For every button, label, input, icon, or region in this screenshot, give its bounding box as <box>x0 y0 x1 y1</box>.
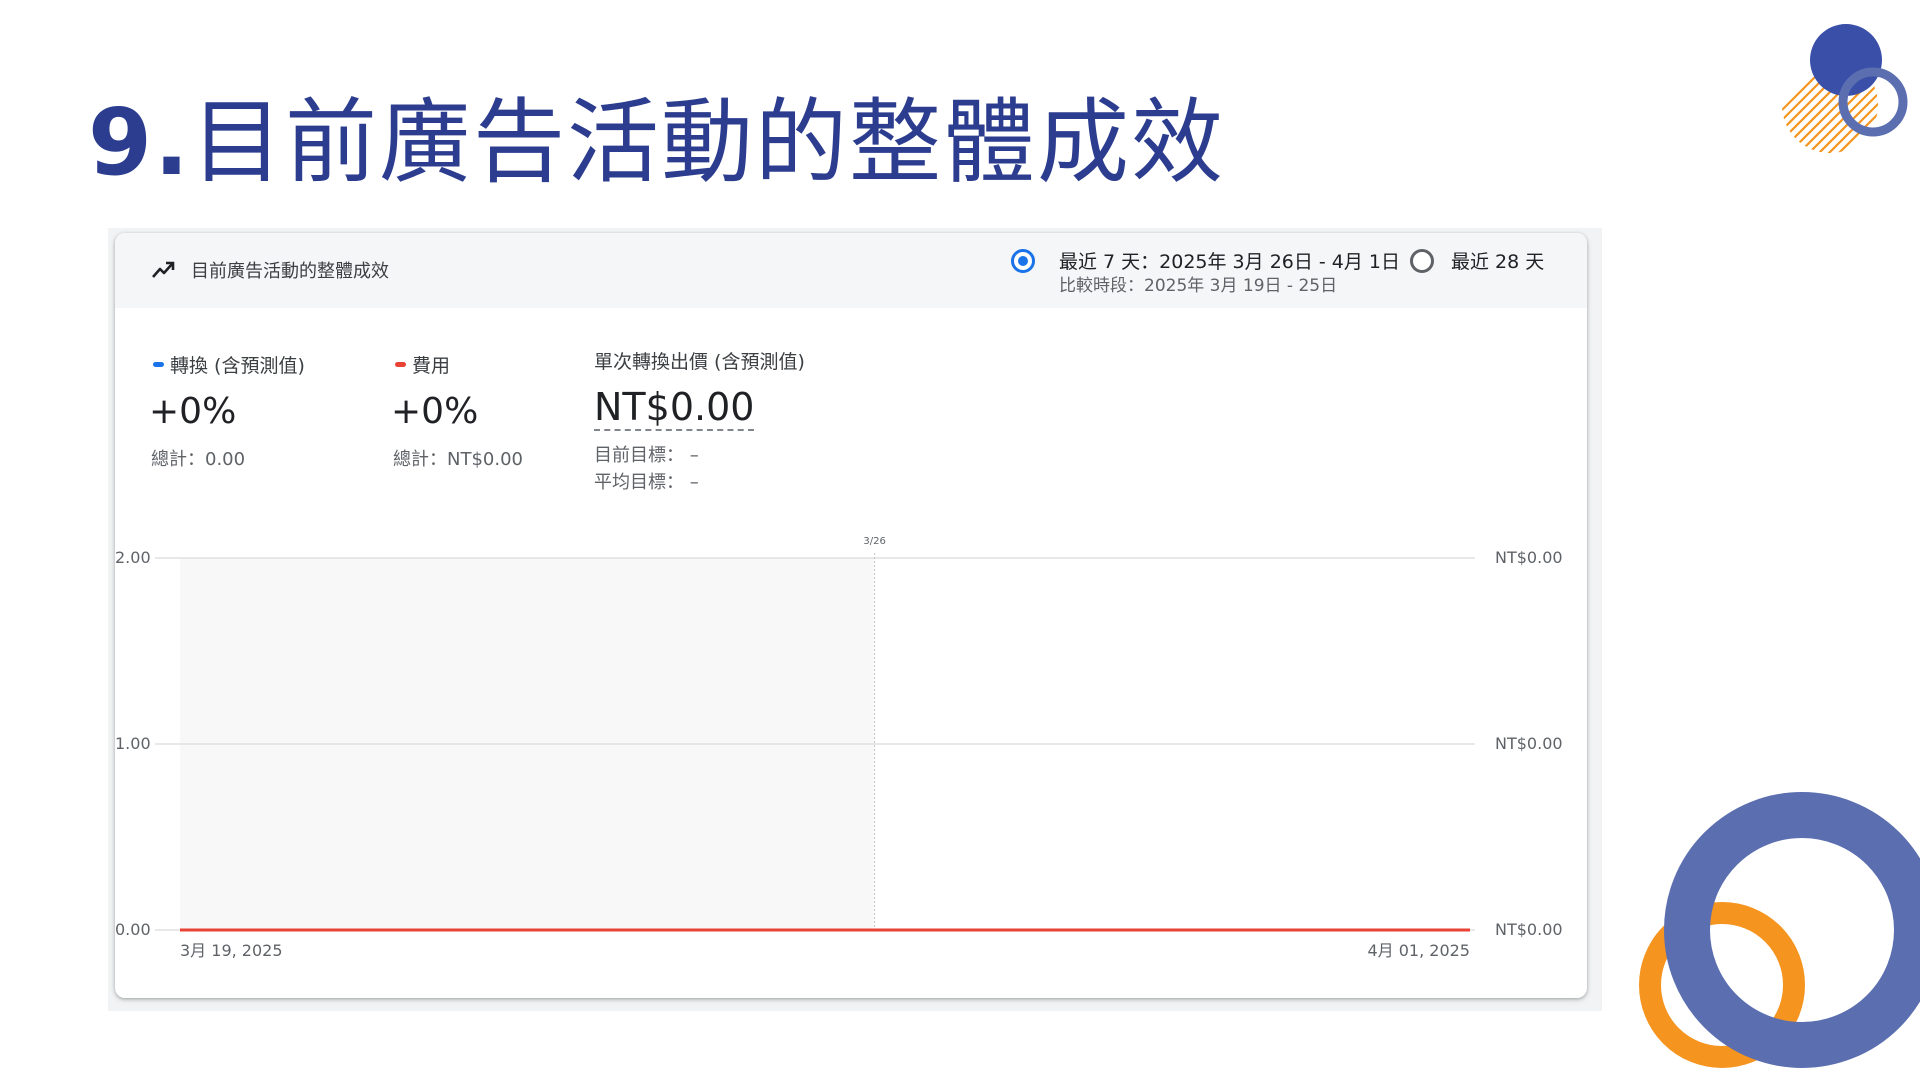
performance-chart[interactable]: 2.00 NT$0.00 1.00 NT$0.00 0.00 NT$0.00 3/26 3月 … <box>115 233 1587 998</box>
period-divider-label: 3/26 <box>863 536 885 547</box>
right-axis-tick-label: NT$0.00 <box>1495 548 1563 567</box>
right-axis-tick-label: NT$0.00 <box>1495 734 1563 753</box>
top-right-decoration <box>1782 24 1908 153</box>
slide-title: 9.目前廣告活動的整體成效 <box>88 88 1225 198</box>
slide-title-text: 目前廣告活動的整體成效 <box>190 89 1225 196</box>
x-axis-end-label: 4月 01, 2025 <box>1367 941 1470 960</box>
left-axis-tick-label: 2.00 <box>115 548 151 567</box>
right-axis-tick-label: NT$0.00 <box>1495 920 1563 939</box>
left-axis-tick-label: 1.00 <box>115 734 151 753</box>
x-axis-start-label: 3月 19, 2025 <box>180 941 283 960</box>
slide-number: 9. <box>88 89 191 196</box>
bottom-right-decoration <box>1639 792 1920 1068</box>
performance-card: 目前廣告活動的整體成效 最近 7 天：2025年 3月 26日 - 4月 1日 … <box>115 233 1587 998</box>
left-axis-tick-label: 0.00 <box>115 920 151 939</box>
